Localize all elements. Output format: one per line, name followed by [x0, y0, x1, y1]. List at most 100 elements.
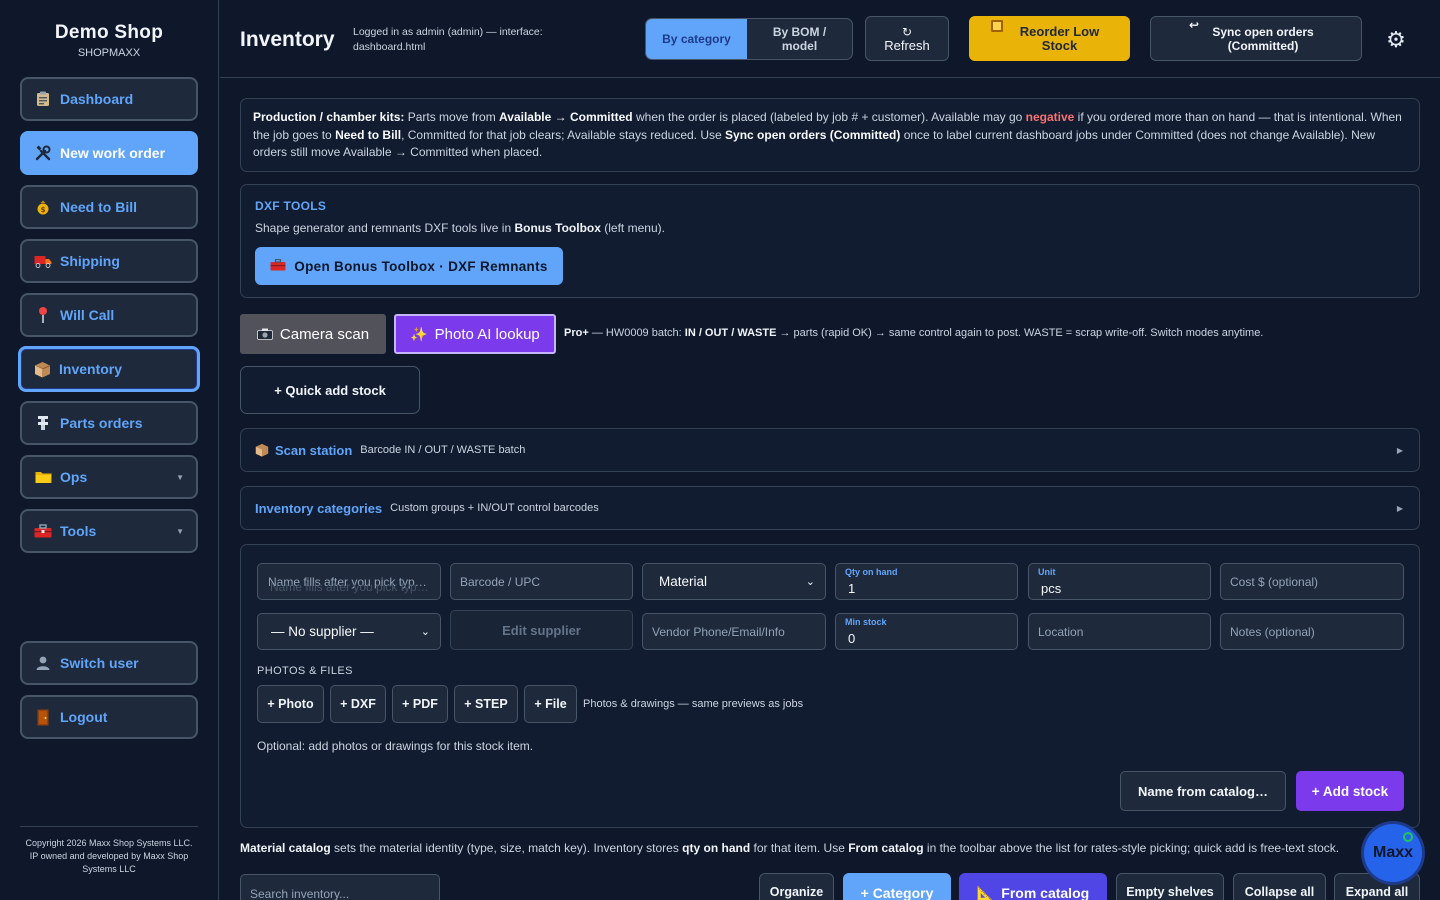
camera-scan-button[interactable]: Camera scan	[240, 314, 386, 354]
nav-inventory-label: Inventory	[59, 361, 123, 377]
cost-input[interactable]: Cost $ (optional)	[1220, 563, 1404, 600]
qty-on-hand-input[interactable]: Qty on hand 1	[835, 563, 1018, 600]
sync-open-orders-button[interactable]: ↩ Sync open orders (Committed)	[1150, 16, 1362, 61]
name-input-ghost: Name fills after you pick typ…	[270, 580, 429, 594]
chevron-right-icon: ▶	[1396, 503, 1403, 513]
nav-parts-orders[interactable]: Parts orders	[20, 401, 198, 445]
add-stock-button[interactable]: + Add stock	[1296, 771, 1404, 811]
money-bag-icon: $	[34, 198, 52, 216]
open-bonus-toolbox-button[interactable]: Open Bonus Toolbox · DXF Remnants	[255, 247, 563, 285]
qty-label: Qty on hand	[845, 567, 898, 577]
dxf-text-1: Shape generator and remnants DXF tools l…	[255, 221, 515, 235]
name-from-catalog-button[interactable]: Name from catalog…	[1120, 771, 1286, 811]
from-catalog-label: From catalog	[1001, 885, 1090, 900]
nav-ops-label: Ops	[60, 469, 88, 485]
empty-shelves-button[interactable]: Empty shelves	[1116, 873, 1224, 900]
notes-input[interactable]: Notes (optional)	[1220, 613, 1404, 650]
add-dxf-button[interactable]: + DXF	[330, 685, 386, 723]
scan-station-subtitle: Barcode IN / OUT / WASTE batch	[360, 444, 526, 456]
supplier-select[interactable]: — No supplier — ⌄	[257, 613, 441, 650]
from-catalog-button[interactable]: 📐 From catalog	[959, 873, 1107, 900]
nav-new-work-order-label: New work order	[60, 145, 166, 161]
material-select-value: Material	[659, 574, 708, 589]
nav-need-to-bill-label: Need to Bill	[60, 199, 138, 215]
nav-logout-label: Logout	[60, 709, 108, 725]
dxf-text-2: Bonus Toolbox	[514, 221, 601, 235]
refresh-button[interactable]: ↻ Refresh	[865, 16, 949, 61]
pin-icon	[34, 306, 52, 324]
clipboard-icon	[34, 90, 52, 108]
quick-add-stock-button[interactable]: + Quick add stock	[240, 366, 420, 414]
barcode-input[interactable]: Barcode / UPC	[450, 563, 633, 600]
unit-input[interactable]: Unit pcs	[1028, 563, 1211, 600]
photos-files-label: PHOTOS & FILES	[257, 665, 353, 677]
material-catalog-note: Material catalog sets the material ident…	[240, 841, 1339, 855]
page-title: Inventory	[240, 28, 335, 51]
info-text-9: Sync open orders (Committed)	[725, 127, 901, 142]
add-photo-button[interactable]: + Photo	[257, 685, 324, 723]
sidebar: Demo Shop SHOPMAXX Dashboard New work or…	[0, 0, 219, 900]
catalog-note-4: for that item. Use	[750, 841, 849, 855]
info-text-8: , Committed for that job clears; Availab…	[401, 127, 726, 142]
folder-icon	[34, 468, 52, 486]
add-category-button[interactable]: + Category	[843, 873, 951, 900]
photo-ai-lookup-button[interactable]: ✨ Photo AI lookup	[394, 314, 556, 354]
gear-icon[interactable]: ⚙	[1384, 28, 1408, 52]
nav-tools[interactable]: Tools ▼	[20, 509, 198, 553]
login-info: Logged in as admin (admin) — interface: …	[353, 26, 543, 53]
toolbox-icon	[270, 258, 286, 274]
view-by-category-button[interactable]: By category	[646, 19, 747, 59]
return-arrow-icon: ↩	[1188, 18, 1200, 32]
reorder-low-stock-button[interactable]: Reorder Low Stock	[969, 16, 1130, 61]
nav-need-to-bill[interactable]: $ Need to Bill	[20, 185, 198, 229]
nav-shipping[interactable]: Shipping	[20, 239, 198, 283]
inventory-categories-panel[interactable]: Inventory categories Custom groups + IN/…	[240, 486, 1420, 530]
nav-will-call[interactable]: Will Call	[20, 293, 198, 337]
inventory-categories-title: Inventory categories	[255, 500, 383, 516]
box-icon	[33, 360, 51, 378]
nav-parts-orders-label: Parts orders	[60, 415, 143, 431]
nav-switch-user[interactable]: Switch user	[20, 641, 198, 685]
camera-icon	[256, 328, 273, 340]
files-note: Photos & drawings — same previews as job…	[583, 698, 804, 710]
min-stock-input[interactable]: Min stock 0	[835, 613, 1018, 650]
add-stock-form: Name fills after you pick typ… Name fill…	[240, 544, 1420, 828]
nav-new-work-order[interactable]: New work order	[20, 131, 198, 175]
tools-icon	[34, 144, 52, 162]
copyright: Copyright 2026 Maxx Shop Systems LLC. IP…	[20, 826, 198, 876]
add-pdf-button[interactable]: + PDF	[392, 685, 448, 723]
chevron-down-icon: ▼	[176, 526, 184, 536]
scan-station-title: Scan station	[275, 442, 353, 458]
view-by-bom-button[interactable]: By BOM / model	[747, 19, 852, 59]
pro-note-3: IN / OUT / WASTE	[684, 327, 777, 339]
name-input[interactable]: Name fills after you pick typ… Name fill…	[257, 563, 441, 600]
batch-mode-note: Pro+ — HW0009 batch: IN / OUT / WASTE → …	[564, 327, 1263, 339]
min-stock-value: 0	[848, 631, 856, 646]
organize-button[interactable]: Organize	[759, 873, 834, 900]
chevron-right-icon: ▶	[1396, 445, 1403, 455]
chevron-down-icon: ⌄	[420, 626, 430, 638]
nav-ops[interactable]: Ops ▼	[20, 455, 198, 499]
maxx-assistant-button[interactable]: Maxx	[1364, 824, 1422, 882]
nav-dashboard[interactable]: Dashboard	[20, 77, 198, 121]
location-input[interactable]: Location	[1028, 613, 1211, 650]
nav-logout[interactable]: Logout	[20, 695, 198, 739]
scan-station-panel[interactable]: Scan station Barcode IN / OUT / WASTE ba…	[240, 428, 1420, 472]
search-inventory-input[interactable]: Search inventory...	[240, 874, 440, 900]
add-file-button[interactable]: + File	[524, 685, 577, 723]
nav-inventory[interactable]: Inventory	[18, 346, 200, 392]
edit-supplier-button[interactable]: Edit supplier	[450, 610, 633, 650]
pro-note-2: — HW0009 batch:	[588, 327, 685, 339]
material-select[interactable]: Material ⌄	[642, 563, 826, 600]
pro-note-4: → parts (rapid OK) → same control again …	[776, 327, 1264, 339]
maxx-label: Maxx	[1372, 844, 1414, 861]
supplier-select-value: — No supplier —	[271, 624, 374, 639]
add-step-button[interactable]: + STEP	[454, 685, 518, 723]
vendor-info-input[interactable]: Vendor Phone/Email/Info	[642, 613, 826, 650]
info-text-7: Need to Bill	[335, 127, 402, 142]
photo-ai-label: Photo AI lookup	[434, 325, 540, 343]
committed-info-card: Production / chamber kits: Parts move fr…	[240, 98, 1420, 172]
brand: Demo Shop SHOPMAXX	[0, 0, 218, 70]
collapse-all-button[interactable]: Collapse all	[1233, 873, 1326, 900]
dxf-tools-title: DXF TOOLS	[255, 199, 327, 213]
